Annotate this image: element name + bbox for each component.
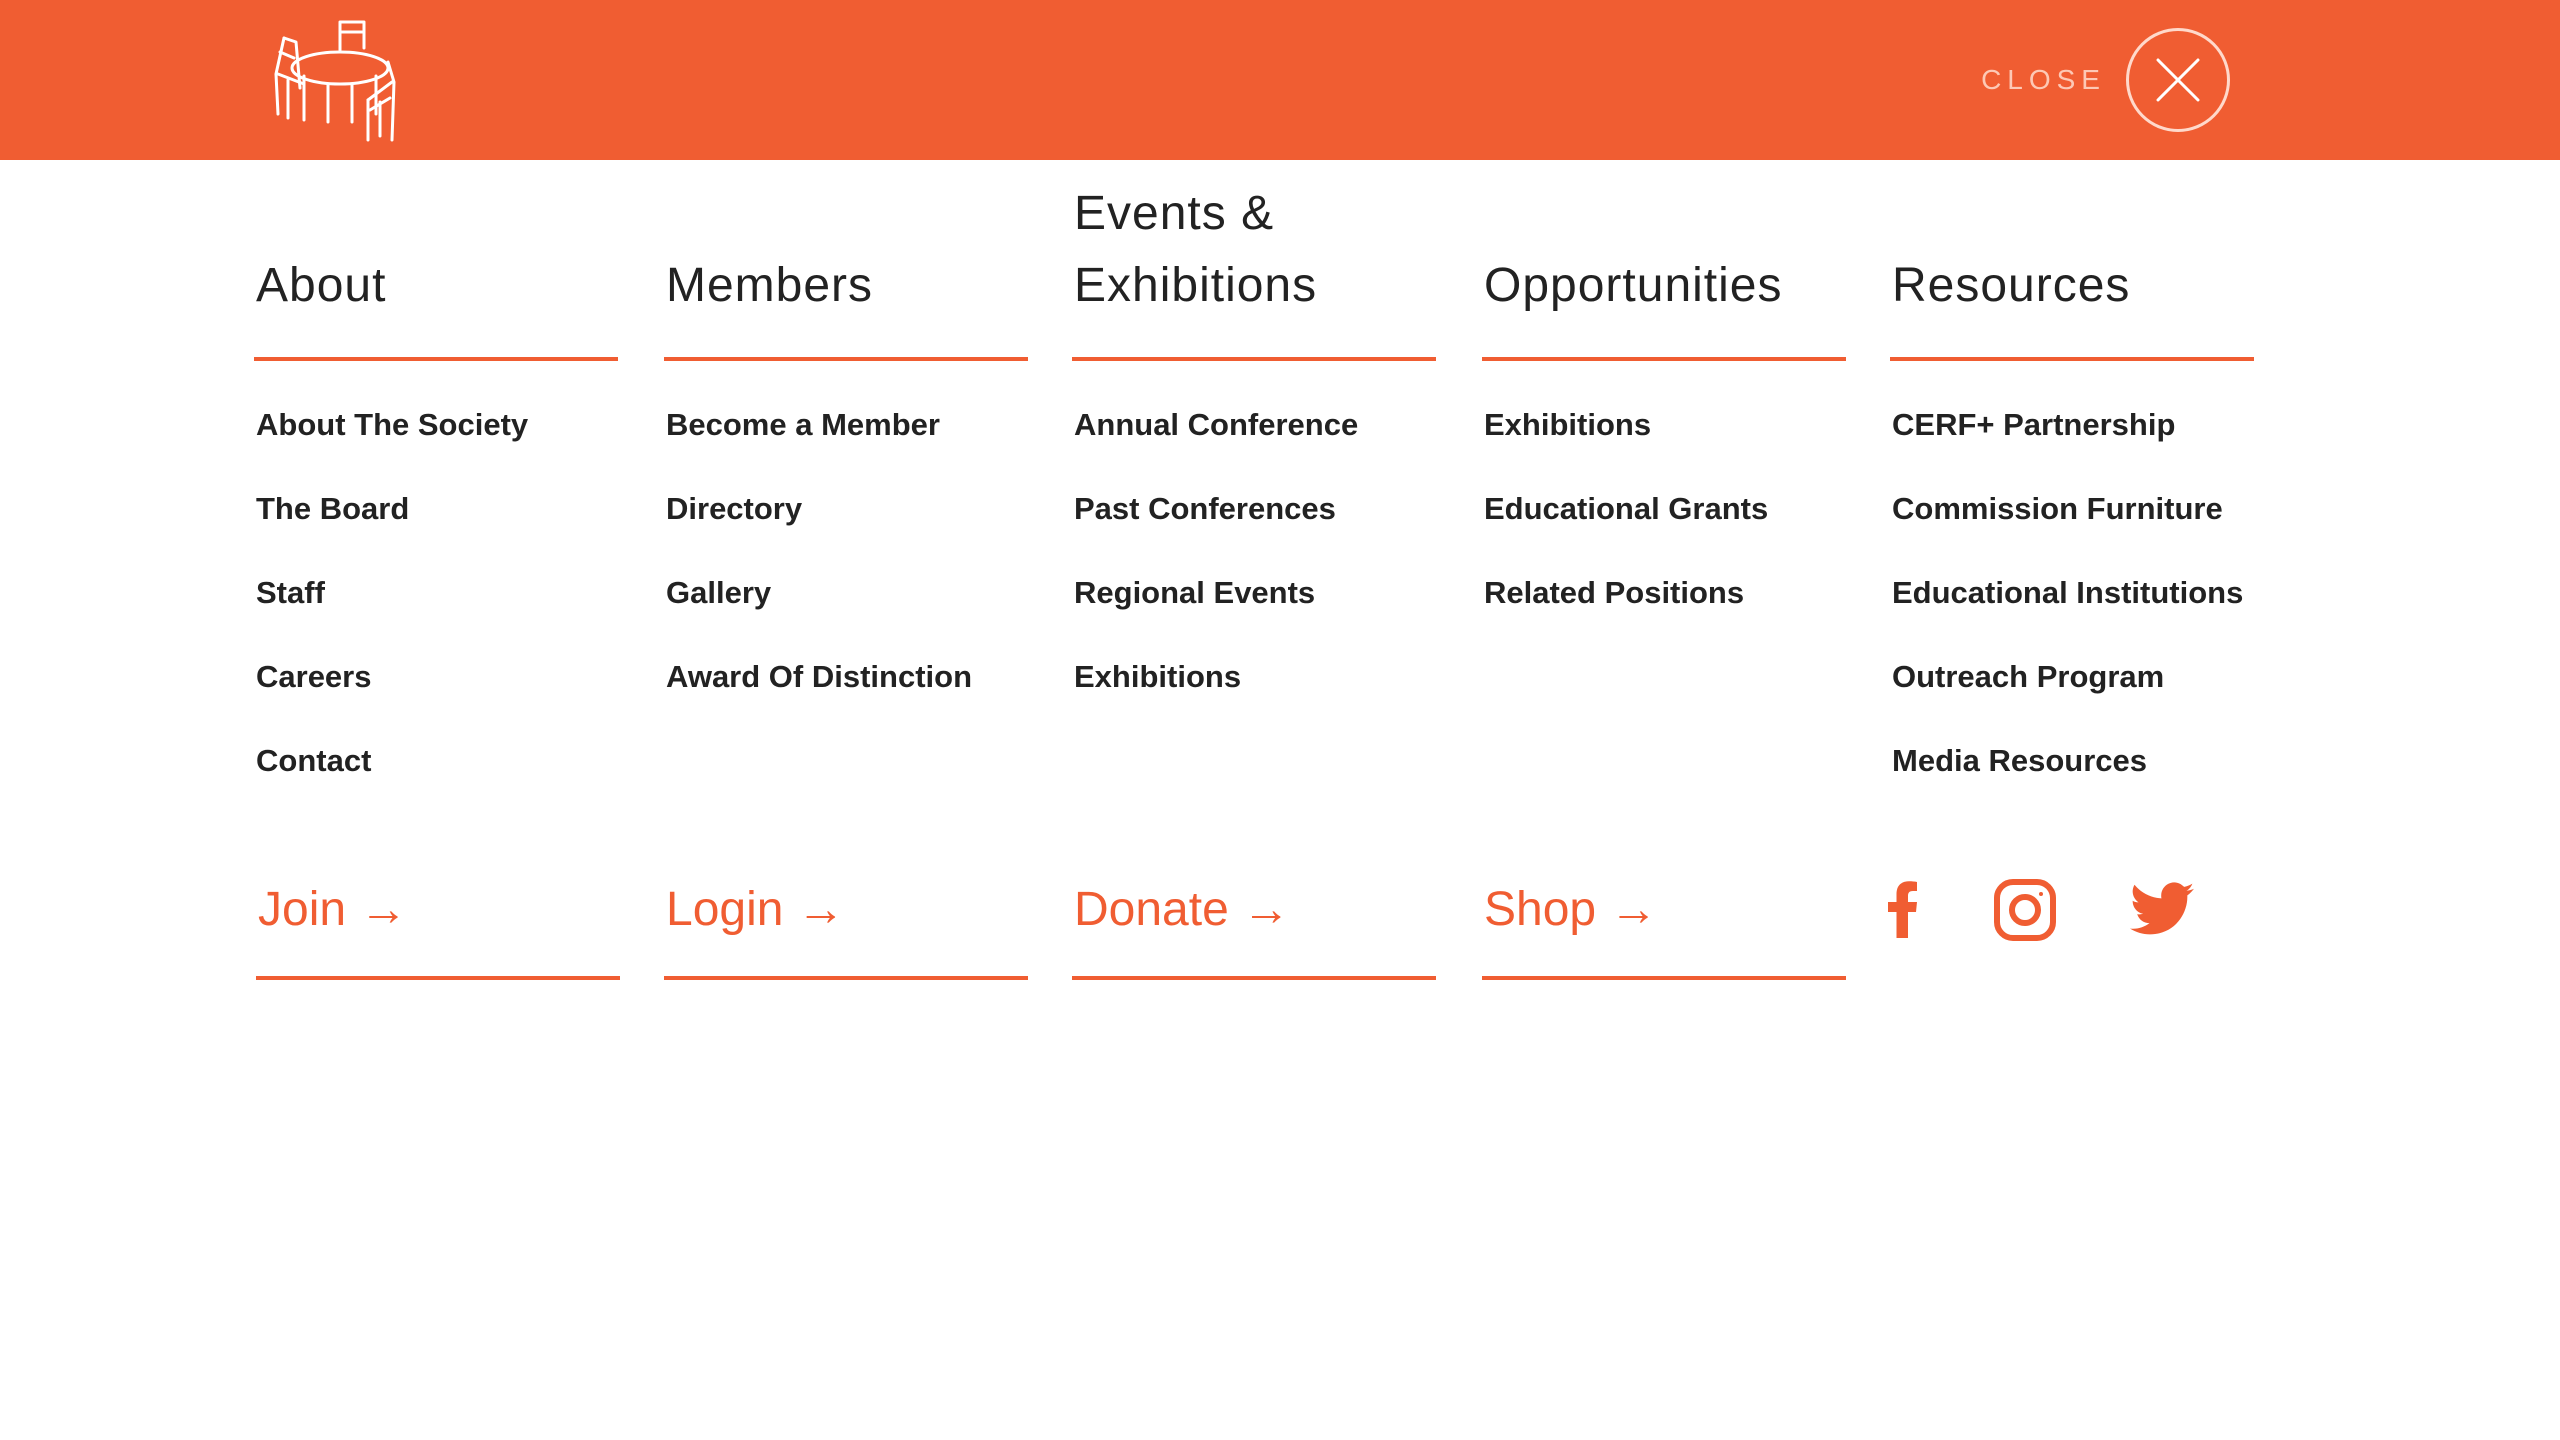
action-divider <box>1072 976 1436 980</box>
close-menu-button[interactable]: CLOSE <box>1981 28 2230 132</box>
column-heading-line-1: Events & <box>1074 187 1275 240</box>
menu-link-contact[interactable]: Contact <box>256 736 528 820</box>
instagram-icon[interactable] <box>1994 879 2056 941</box>
menu-link-outreach-program[interactable]: Outreach Program <box>1892 652 2243 736</box>
column-divider <box>254 357 618 361</box>
menu-link-regional-events[interactable]: Regional Events <box>1074 568 1358 652</box>
menu-link-past-conferences[interactable]: Past Conferences <box>1074 484 1358 568</box>
facebook-icon[interactable] <box>1888 880 1918 938</box>
menu-link-annual-conference[interactable]: Annual Conference <box>1074 400 1358 484</box>
menu-link-the-board[interactable]: The Board <box>256 484 528 568</box>
menu-link-staff[interactable]: Staff <box>256 568 528 652</box>
shop-link[interactable]: Shop → <box>1482 870 1846 960</box>
link-list-members: Become a Member Directory Gallery Award … <box>666 400 972 736</box>
link-list-about: About The Society The Board Staff Career… <box>256 400 528 820</box>
donate-label[interactable]: Donate → <box>1074 870 1290 950</box>
column-divider <box>664 357 1028 361</box>
logo-icon[interactable] <box>268 18 404 146</box>
column-heading-events-exhibitions[interactable]: Events & Exhibitions <box>1074 160 1438 360</box>
action-divider <box>256 976 620 980</box>
column-heading-members[interactable]: Members <box>666 160 1030 360</box>
login-link[interactable]: Login → <box>664 870 1028 960</box>
menu-link-become-a-member[interactable]: Become a Member <box>666 400 972 484</box>
header-bar: CLOSE <box>0 0 2560 160</box>
menu-link-careers[interactable]: Careers <box>256 652 528 736</box>
login-label[interactable]: Login → <box>666 870 845 950</box>
column-divider <box>1890 357 2254 361</box>
menu-link-directory[interactable]: Directory <box>666 484 972 568</box>
menu-link-about-the-society[interactable]: About The Society <box>256 400 528 484</box>
action-divider <box>1482 976 1846 980</box>
menu-link-related-positions[interactable]: Related Positions <box>1484 568 1768 652</box>
join-label[interactable]: Join → <box>258 870 407 950</box>
menu-link-commission-furniture[interactable]: Commission Furniture <box>1892 484 2243 568</box>
column-heading-opportunities[interactable]: Opportunities <box>1484 160 1848 360</box>
close-label[interactable]: CLOSE <box>1981 64 2106 96</box>
link-list-resources: CERF+ Partnership Commission Furniture E… <box>1892 400 2243 820</box>
join-link[interactable]: Join → <box>256 870 620 960</box>
twitter-icon[interactable] <box>2130 882 2194 936</box>
column-divider <box>1482 357 1846 361</box>
column-heading-line-2: Exhibitions <box>1074 259 1318 312</box>
column-heading-resources[interactable]: Resources <box>1892 160 2256 360</box>
menu-link-educational-institutions[interactable]: Educational Institutions <box>1892 568 2243 652</box>
menu-link-award-of-distinction[interactable]: Award Of Distinction <box>666 652 972 736</box>
menu-link-gallery[interactable]: Gallery <box>666 568 972 652</box>
column-divider <box>1072 357 1436 361</box>
donate-link[interactable]: Donate → <box>1072 870 1436 960</box>
shop-label[interactable]: Shop → <box>1484 870 1657 950</box>
menu-link-media-resources[interactable]: Media Resources <box>1892 736 2243 820</box>
link-list-opportunities: Exhibitions Educational Grants Related P… <box>1484 400 1768 652</box>
menu-link-exhibitions-opportunities[interactable]: Exhibitions <box>1484 400 1768 484</box>
action-divider <box>664 976 1028 980</box>
close-icon[interactable] <box>2126 28 2230 132</box>
menu-link-cerf-partnership[interactable]: CERF+ Partnership <box>1892 400 2243 484</box>
menu-link-exhibitions-events[interactable]: Exhibitions <box>1074 652 1358 736</box>
column-heading-about[interactable]: About <box>256 160 620 360</box>
link-list-events: Annual Conference Past Conferences Regio… <box>1074 400 1358 736</box>
menu-link-educational-grants[interactable]: Educational Grants <box>1484 484 1768 568</box>
